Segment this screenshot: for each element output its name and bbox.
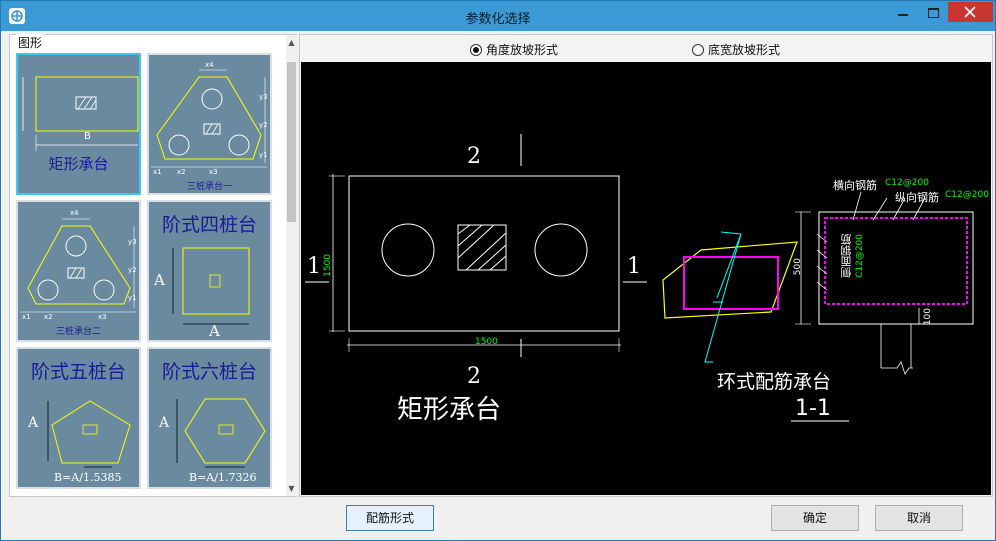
dim-section-h-label: 500: [793, 258, 803, 276]
parametric-select-dialog: 参数化选择 图形 B 矩形承台 x4 x1 x2 x3 y1 y2 y3 三桩承…: [0, 0, 996, 541]
dim-section-b-label: 100: [923, 308, 933, 326]
label-side-spec: C12@200: [855, 234, 865, 278]
radio-bottom-label: 底宽放坡形式: [708, 43, 781, 57]
thumb-three-pile-2[interactable]: x4 x1 x2 x3 y1 y2 y3 三桩承台二: [16, 200, 141, 342]
thumb-caption: 三桩承台一: [186, 182, 232, 192]
dim-x1-label: x1: [22, 313, 31, 321]
scroll-thumb[interactable]: [287, 62, 296, 222]
minimize-button[interactable]: [889, 2, 917, 22]
thumb-caption: 矩形承台: [48, 155, 109, 173]
thumb-rect-cap[interactable]: B 矩形承台: [16, 53, 141, 195]
section-bottom-label: 2: [467, 364, 481, 389]
thumb-caption: 三桩承台二: [55, 327, 101, 337]
thumb-stepped-five[interactable]: 阶式五桩台 A B=A/1.5385: [16, 347, 141, 489]
dim-x3-label: x3: [98, 313, 107, 321]
label-transverse-spec: C12@200: [885, 178, 929, 188]
dim-a-horizontal: A: [209, 322, 220, 340]
radio-bottom-indicator[interactable]: [692, 43, 704, 56]
dim-x2-label: x2: [44, 313, 53, 321]
dim-a-vertical: A: [154, 271, 165, 289]
thumb-title: 阶式四桩台: [161, 214, 257, 236]
rebar-form-button[interactable]: 配筋形式: [346, 505, 434, 531]
dim-x4-label: x4: [70, 209, 79, 217]
dim-x4-label: x4: [205, 61, 214, 69]
scroll-down-arrow[interactable]: ▼: [287, 484, 296, 493]
radio-angle-label: 角度放坡形式: [486, 43, 559, 57]
dim-y1-label: y1: [128, 294, 137, 302]
thumb-title: 阶式五桩台: [30, 361, 126, 383]
formula-label: B=A/1.7326: [189, 471, 257, 484]
dim-y2-label: y2: [259, 121, 268, 129]
ring-caption: 环式配筋承台: [717, 371, 832, 393]
dim-a-label: A: [28, 415, 39, 431]
cad-preview-canvas: 2 2 1 1 1500 1500 矩形承台 环式配筋承台 1-1 横向钢筋 C…: [301, 62, 991, 495]
radio-bottom-slope[interactable]: 底宽放坡形式: [692, 41, 780, 58]
radio-angle-slope[interactable]: 角度放坡形式: [470, 41, 558, 58]
title-bar: 参数化选择: [1, 1, 995, 31]
main-caption: 矩形承台: [397, 395, 502, 425]
preview-panel: 角度放坡形式 底宽放坡形式 2 2 1 1 1500 1500 矩形承台 环式配…: [299, 34, 993, 497]
dim-x1-label: x1: [153, 168, 162, 176]
label-longitudinal: 纵向钢筋: [895, 191, 939, 204]
dim-b-label: B: [84, 131, 91, 142]
cancel-button[interactable]: 取消: [875, 505, 963, 531]
radio-angle-indicator[interactable]: [470, 43, 482, 56]
ok-button[interactable]: 确定: [771, 505, 859, 531]
scroll-up-arrow[interactable]: ▲: [287, 38, 296, 47]
dim-a-label: A: [159, 415, 170, 431]
dim-y3-label: y3: [259, 93, 268, 101]
dim-x3-label: x3: [209, 168, 218, 176]
gallery-scrollbar[interactable]: ▲ ▼: [286, 35, 297, 496]
label-longitudinal-spec: C12@200: [945, 190, 989, 200]
dim-y2-label: y2: [128, 266, 137, 274]
window-title: 参数化选择: [465, 12, 531, 27]
section-top-label: 2: [467, 144, 481, 169]
dim-x2-label: x2: [177, 168, 186, 176]
close-icon: [964, 6, 976, 18]
label-transverse: 横向钢筋: [833, 179, 877, 192]
section-left-label: 1: [307, 254, 321, 279]
label-side: 侧面钢筋: [840, 234, 853, 278]
thumb-stepped-four[interactable]: 阶式四桩台 A A: [147, 200, 272, 342]
maximize-button[interactable]: [919, 2, 947, 22]
close-button[interactable]: [948, 2, 993, 22]
thumb-title: 阶式六桩台: [161, 361, 257, 383]
dim-y1-label: y1: [259, 151, 268, 159]
formula-label: B=A/1.5385: [54, 471, 122, 484]
dim-y3-label: y3: [128, 238, 137, 246]
dim-height-label: 1500: [323, 254, 333, 277]
thumb-stepped-six[interactable]: 阶式六桩台 A B=A/1.7326: [147, 347, 272, 489]
group-label: 图形: [16, 34, 45, 51]
thumb-three-pile-1[interactable]: x4 x1 x2 x3 y1 y2 y3 三桩承台一: [147, 53, 272, 195]
shape-gallery: 图形 B 矩形承台 x4 x1 x2 x3 y1 y2 y3 三桩承台一 x4 …: [9, 34, 297, 497]
section-caption: 1-1: [795, 396, 831, 421]
section-right-label: 1: [627, 254, 641, 279]
dim-width-label: 1500: [475, 337, 498, 347]
